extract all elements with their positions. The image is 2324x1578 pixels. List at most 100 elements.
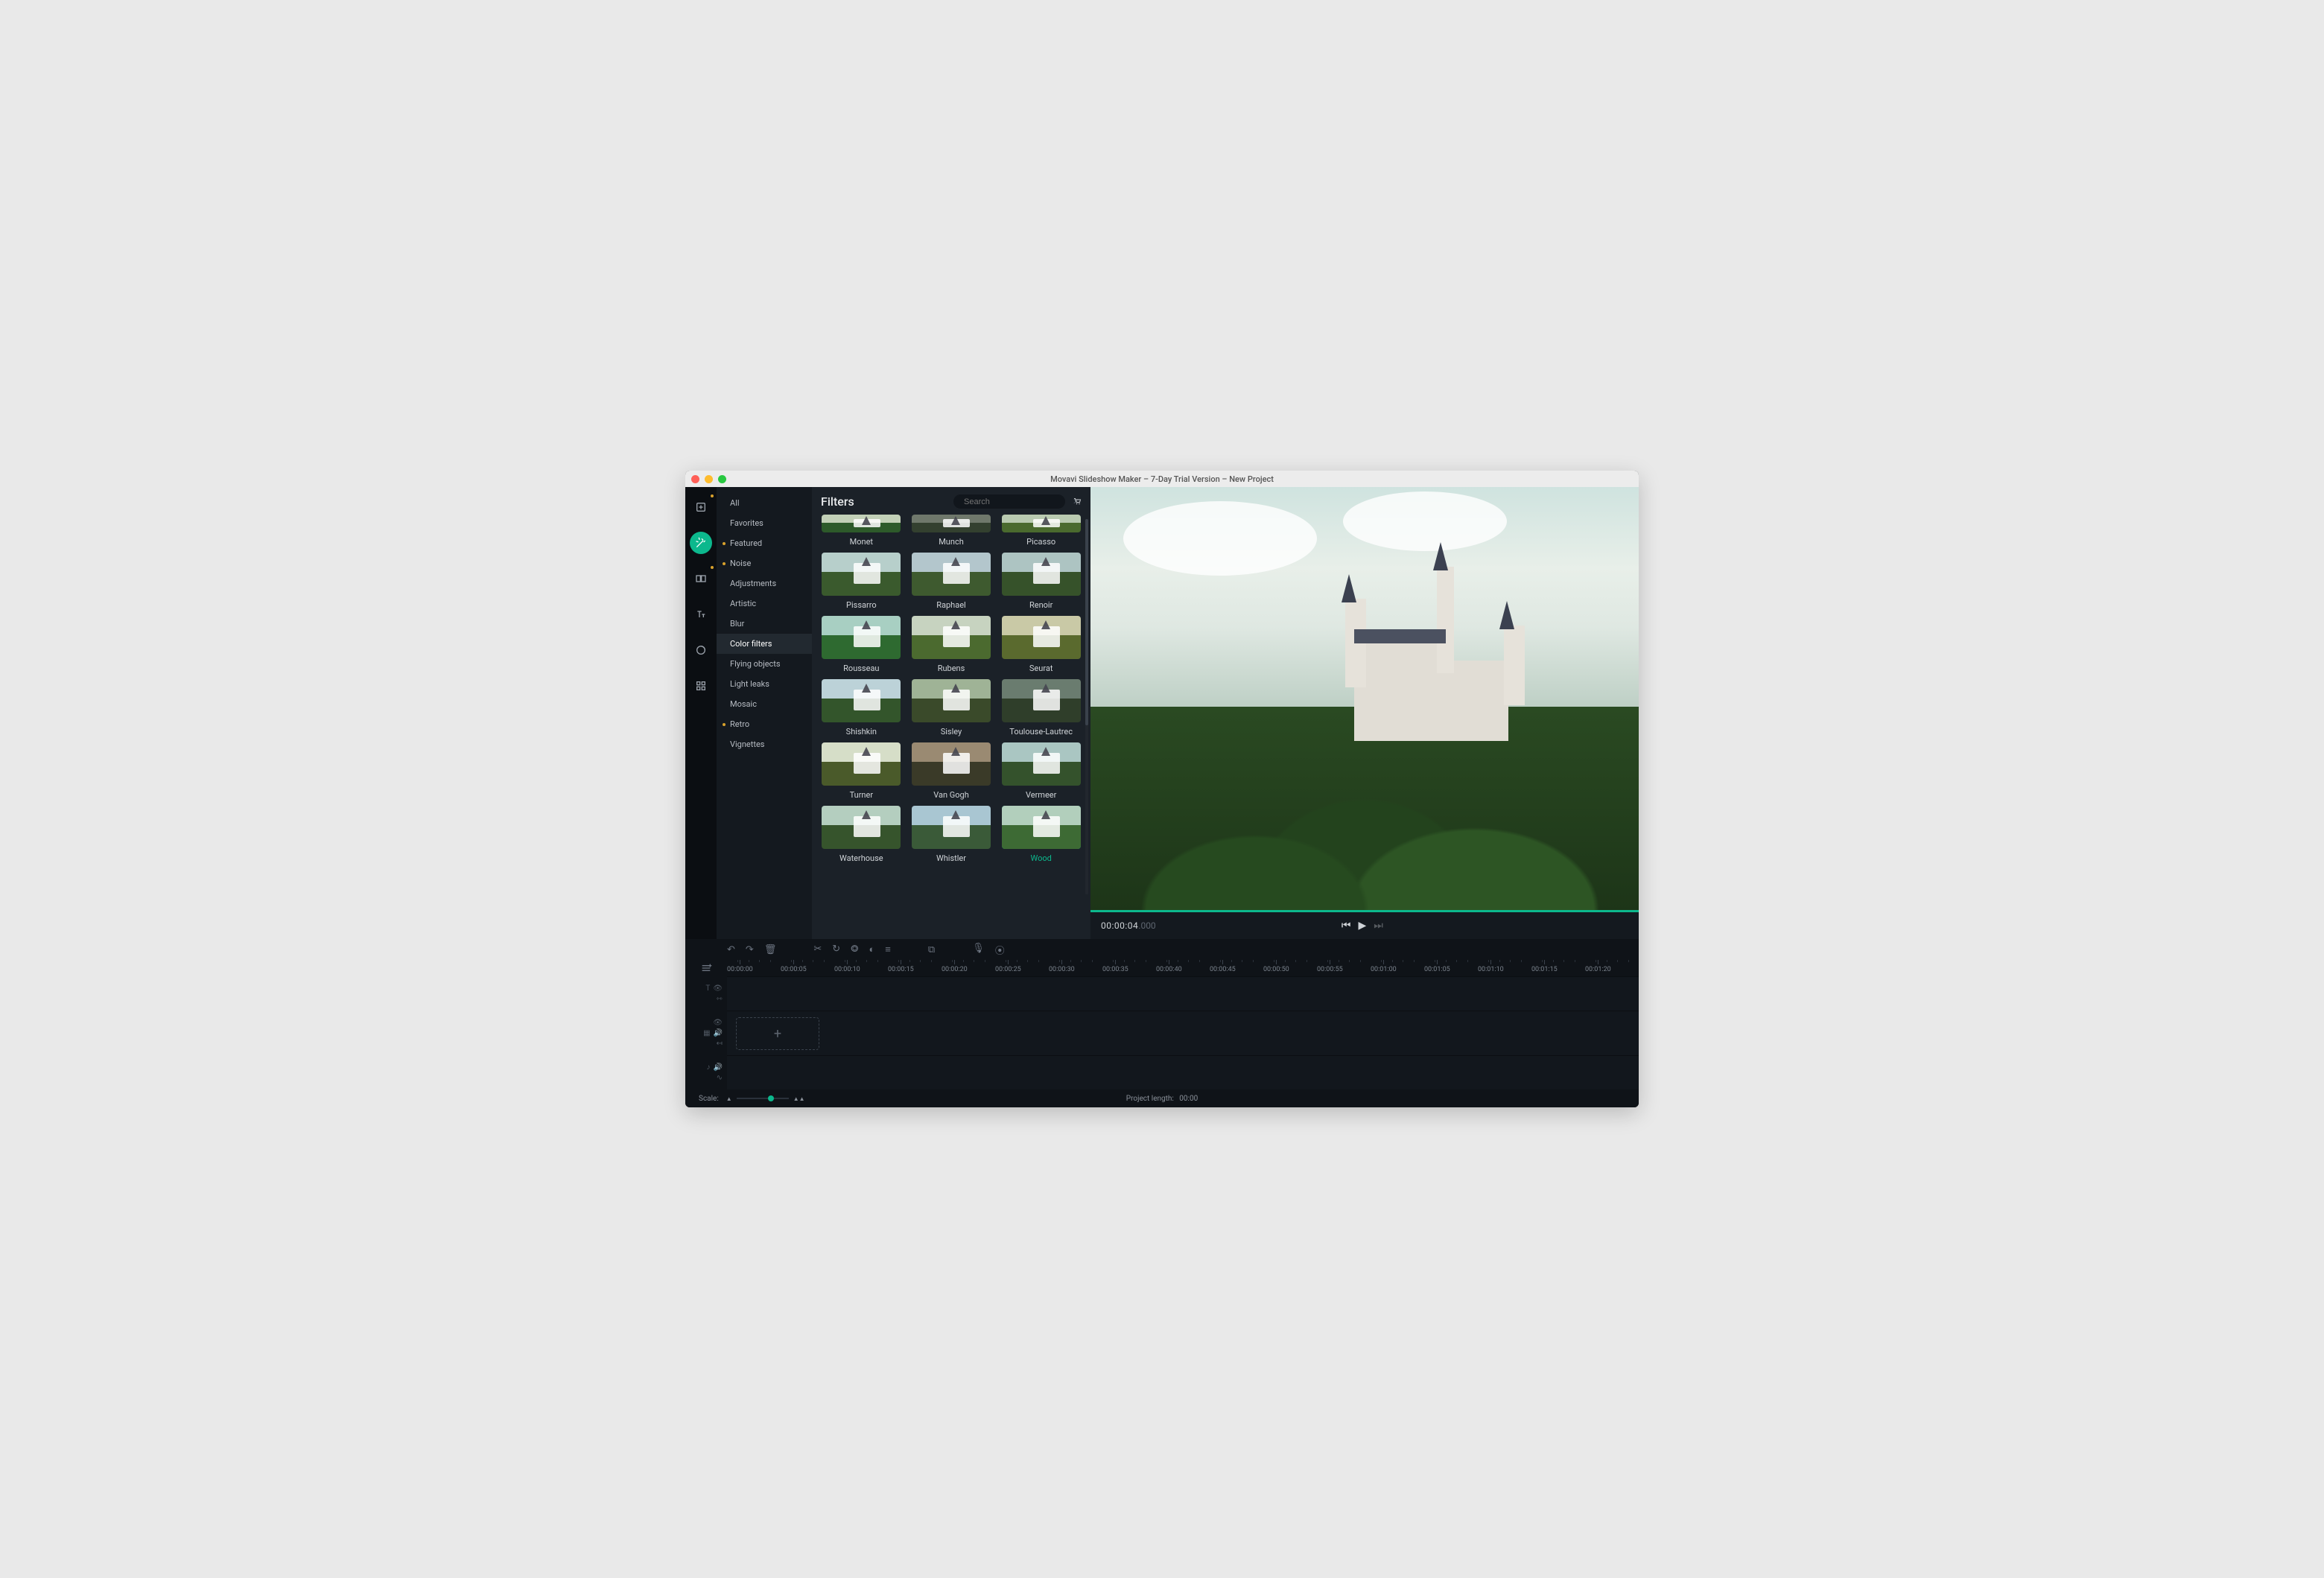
category-vignettes[interactable]: Vignettes — [717, 734, 812, 754]
category-noise[interactable]: Noise — [717, 553, 812, 573]
filter-pissarro[interactable]: Pissarro — [821, 553, 902, 610]
delete-button[interactable]: 🗑 — [764, 944, 777, 955]
category-featured[interactable]: Featured — [717, 533, 812, 553]
category-light-leaks[interactable]: Light leaks — [717, 674, 812, 694]
toolrail-stickers[interactable] — [690, 639, 712, 661]
filter-whistler[interactable]: Whistler — [911, 806, 992, 863]
filter-search[interactable]: ✕ — [953, 494, 1065, 509]
filter-sisley[interactable]: Sisley — [911, 679, 992, 736]
app-window: Movavi Slideshow Maker – 7-Day Trial Ver… — [685, 471, 1639, 1107]
filter-toulouse-lautrec[interactable]: Toulouse-Lautrec — [1000, 679, 1082, 736]
filter-van-gogh[interactable]: Van Gogh — [911, 742, 992, 800]
toolrail-more[interactable] — [690, 675, 712, 697]
filter-label: Picasso — [1026, 537, 1055, 547]
category-color-filters[interactable]: Color filters — [717, 634, 812, 654]
cart-icon — [1073, 497, 1082, 506]
filter-label: Shishkin — [846, 727, 877, 736]
preview-controls: 00:00:04.000 ⏮ ▶ ⏭ — [1090, 912, 1639, 939]
toolrail-transitions[interactable] — [690, 567, 712, 590]
filter-rubens[interactable]: Rubens — [911, 616, 992, 673]
visibility-icon[interactable]: 👁 — [713, 1019, 723, 1027]
drop-media-zone[interactable]: + — [736, 1017, 819, 1050]
audio-track[interactable]: ♪🔊 ∿ — [685, 1055, 1639, 1089]
status-bar: Scale: ▲ ▲▲ Project length: 00:00 — [685, 1089, 1639, 1107]
filter-wood[interactable]: Wood — [1000, 806, 1082, 863]
zoom-slider[interactable]: ▲ ▲▲ — [726, 1095, 805, 1102]
zoom-out-icon[interactable]: ▲ — [726, 1095, 732, 1102]
filter-turner[interactable]: Turner — [821, 742, 902, 800]
volume-icon[interactable]: 🔊 — [714, 1063, 723, 1072]
add-track-icon — [700, 962, 712, 974]
category-retro[interactable]: Retro — [717, 714, 812, 734]
category-flying-objects[interactable]: Flying objects — [717, 654, 812, 674]
timecode: 00:00:04 — [1101, 920, 1138, 931]
filters-title: Filters — [821, 494, 946, 509]
filter-waterhouse[interactable]: Waterhouse — [821, 806, 902, 863]
timeline-ruler[interactable]: 00:00:0000:00:0500:00:1000:00:1500:00:20… — [727, 960, 1639, 976]
filter-label: Munch — [939, 537, 964, 547]
category-all[interactable]: All — [717, 493, 812, 513]
filters-panel: Filters ✕ Monet Munch Picasso PissarroRapha… — [812, 487, 1090, 939]
category-favorites[interactable]: Favorites — [717, 513, 812, 533]
timeline: ↶ ↷ 🗑 ✂ ↻ ⭗ ◐ ≡ ⧉ 🎙 ⦿ — [685, 939, 1639, 1107]
preview-panel: 00:00:04.000 ⏮ ▶ ⏭ — [1090, 487, 1639, 939]
filter-label: Turner — [850, 790, 873, 800]
video-track[interactable]: 👁 ▦ 🔊 ↤ + — [685, 1011, 1639, 1055]
filter-seurat[interactable]: Seurat — [1000, 616, 1082, 673]
toolrail-titles[interactable] — [690, 603, 712, 626]
prev-frame-button[interactable]: ⏮ — [1342, 920, 1351, 932]
play-button[interactable]: ▶ — [1358, 920, 1366, 932]
window-title: Movavi Slideshow Maker – 7-Day Trial Ver… — [685, 474, 1639, 484]
add-track-button[interactable] — [685, 960, 727, 976]
rotate-button[interactable]: ↻ — [832, 944, 840, 955]
filters-scrollbar[interactable] — [1085, 519, 1088, 894]
color-button[interactable]: ◐ — [869, 944, 874, 955]
filter-label: Rousseau — [843, 664, 879, 673]
filter-label: Renoir — [1029, 600, 1053, 610]
titles-track[interactable]: T👁 ⇿ — [685, 976, 1639, 1011]
next-frame-button[interactable]: ⏭ — [1374, 920, 1383, 932]
filter-picasso[interactable]: Picasso — [1000, 515, 1082, 547]
undo-button[interactable]: ↶ — [727, 944, 735, 955]
search-input[interactable] — [964, 497, 1070, 506]
filter-munch[interactable]: Munch — [911, 515, 992, 547]
filter-renoir[interactable]: Renoir — [1000, 553, 1082, 610]
clip-props-button[interactable]: ≡ — [885, 944, 891, 955]
magic-wand-icon — [695, 537, 707, 549]
category-blur[interactable]: Blur — [717, 614, 812, 634]
filter-label: Whistler — [936, 853, 966, 863]
visibility-icon[interactable]: 👁 — [713, 984, 723, 993]
link-icon[interactable]: ⇿ — [717, 995, 723, 1003]
project-length-label: Project length: — [1126, 1095, 1174, 1103]
volume-icon[interactable]: 🔊 — [714, 1029, 723, 1037]
filter-vermeer[interactable]: Vermeer — [1000, 742, 1082, 800]
category-mosaic[interactable]: Mosaic — [717, 694, 812, 714]
crop-button[interactable]: ⭗ — [851, 944, 858, 955]
titles-icon — [695, 608, 707, 620]
video-track-icon: ▦ — [703, 1029, 710, 1037]
tool-rail — [685, 487, 717, 939]
toolrail-import[interactable] — [690, 496, 712, 518]
zoom-in-icon[interactable]: ▲▲ — [793, 1095, 805, 1102]
filter-shishkin[interactable]: Shishkin — [821, 679, 902, 736]
filter-raphael[interactable]: Raphael — [911, 553, 992, 610]
split-button[interactable]: ✂ — [813, 944, 822, 955]
fx-icon[interactable]: ∿ — [717, 1074, 723, 1082]
filter-label: Toulouse-Lautrec — [1009, 727, 1073, 736]
plus-icon: + — [774, 1026, 781, 1042]
store-button[interactable] — [1073, 494, 1082, 509]
category-adjustments[interactable]: Adjustments — [717, 573, 812, 594]
redo-button[interactable]: ↷ — [746, 944, 754, 955]
filter-rousseau[interactable]: Rousseau — [821, 616, 902, 673]
filter-label: Seurat — [1029, 664, 1053, 673]
link-icon[interactable]: ↤ — [717, 1040, 723, 1048]
scale-label: Scale: — [699, 1095, 719, 1103]
category-artistic[interactable]: Artistic — [717, 594, 812, 614]
filter-categories: AllFavoritesFeaturedNoiseAdjustmentsArti… — [717, 487, 812, 939]
record-audio-button[interactable]: 🎙 — [972, 943, 985, 957]
record-video-button[interactable]: ⦿ — [995, 943, 1005, 957]
timecode-ms: .000 — [1138, 920, 1155, 931]
toolrail-filters[interactable] — [690, 532, 712, 554]
filter-monet[interactable]: Monet — [821, 515, 902, 547]
transition-wizard-button[interactable]: ⧉ — [928, 944, 935, 955]
